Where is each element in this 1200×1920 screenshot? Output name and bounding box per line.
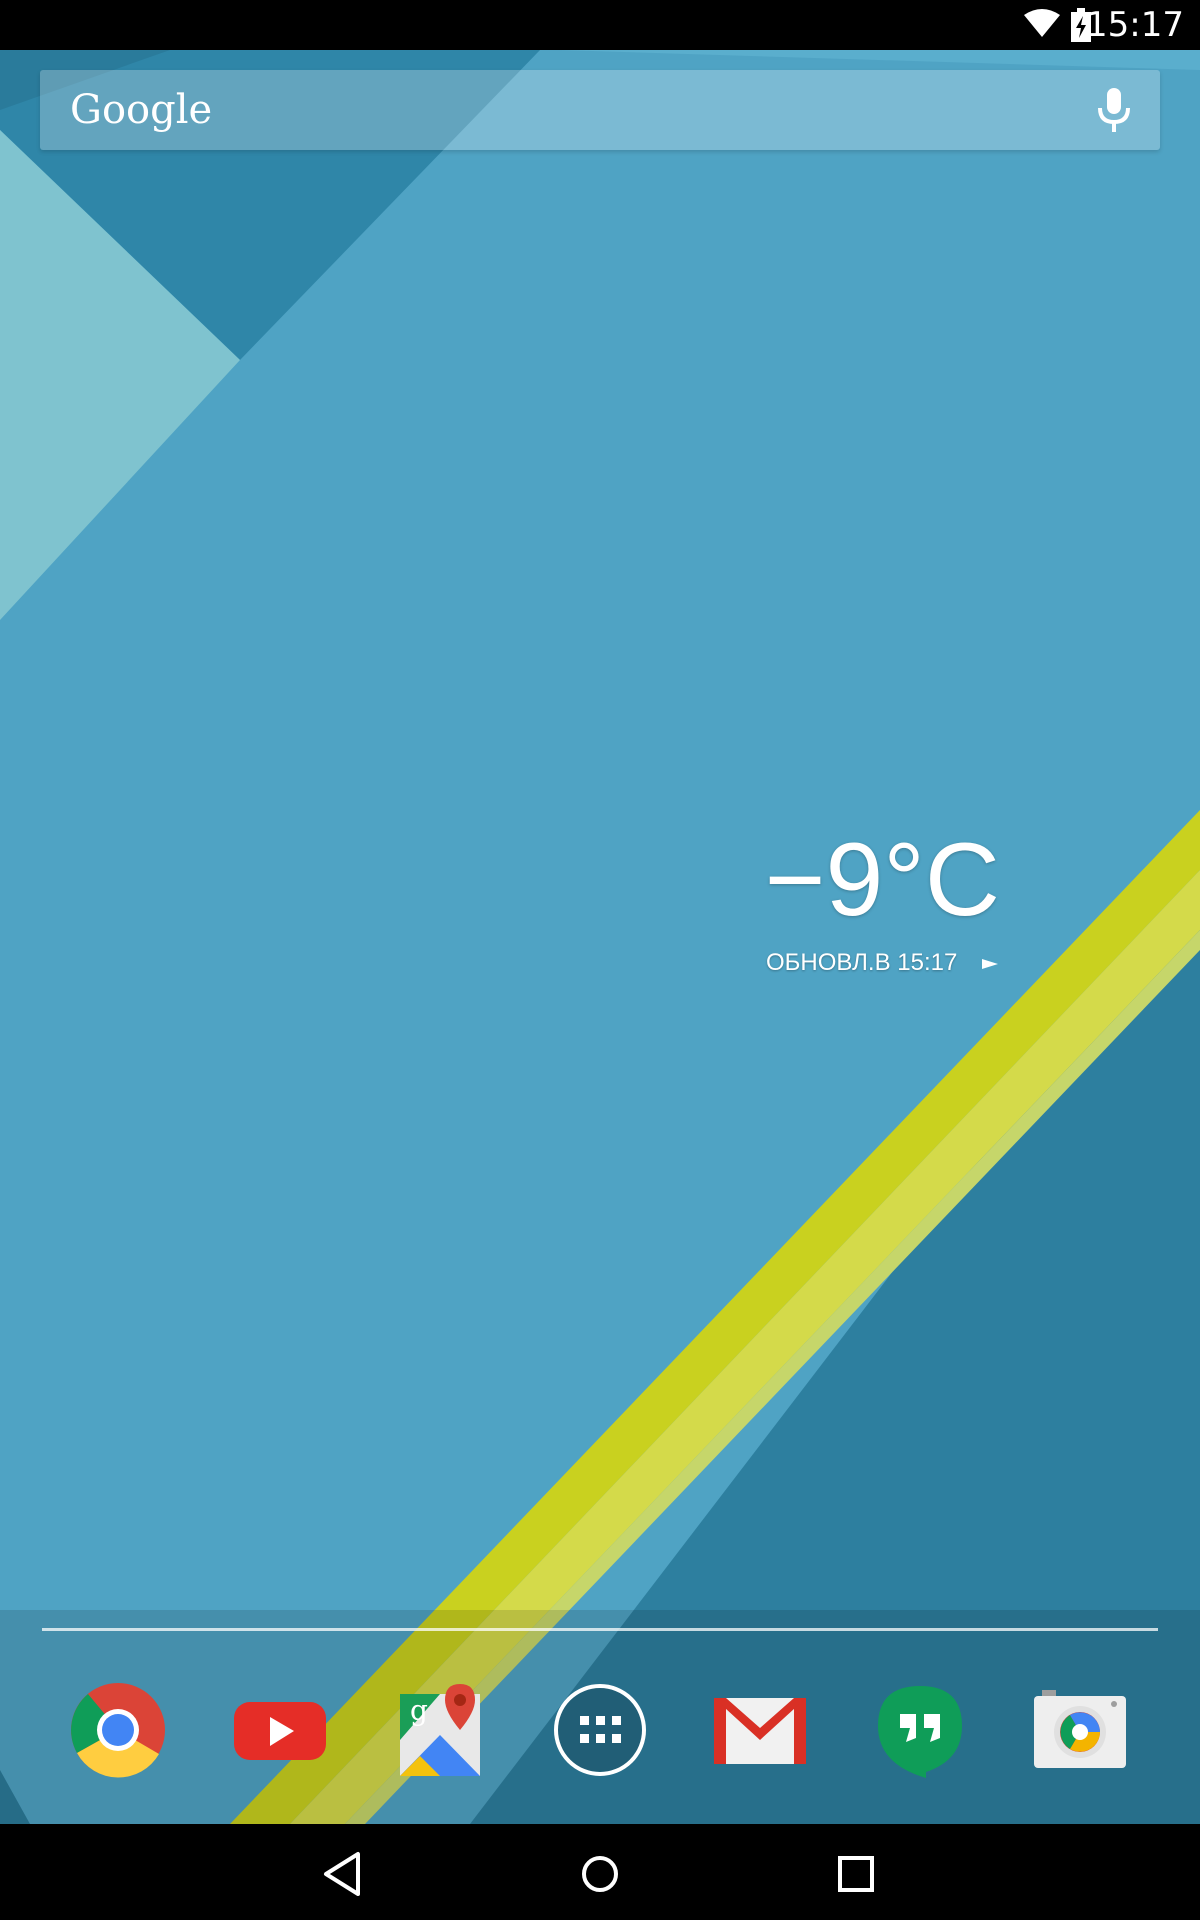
wifi-icon xyxy=(1024,9,1060,37)
chrome-icon[interactable] xyxy=(68,1680,168,1780)
wallpaper xyxy=(0,50,1200,1824)
maps-icon[interactable]: g xyxy=(390,1680,490,1780)
home-screen: Google −9°C ОБНОВЛ.В 15:17 g xyxy=(0,50,1200,1824)
svg-text:g: g xyxy=(410,1694,428,1727)
weather-update-row: ОБНОВЛ.В 15:17 xyxy=(700,948,1000,978)
hangouts-icon[interactable] xyxy=(870,1680,970,1780)
mic-icon[interactable] xyxy=(1096,88,1132,134)
weather-widget[interactable]: −9°C ОБНОВЛ.В 15:17 xyxy=(700,820,1000,978)
status-time: 15:17 xyxy=(1086,5,1184,45)
home-icon[interactable] xyxy=(568,1842,632,1906)
recents-icon[interactable] xyxy=(824,1842,888,1906)
google-logo: Google xyxy=(70,87,213,133)
status-bar: 15:17 xyxy=(0,0,1200,50)
navigation-bar xyxy=(0,1824,1200,1920)
youtube-icon[interactable] xyxy=(230,1680,330,1780)
play-arrow-icon xyxy=(982,958,998,969)
dock-divider xyxy=(42,1628,1158,1631)
weather-updated-text: ОБНОВЛ.В 15:17 xyxy=(766,949,958,976)
app-drawer-icon[interactable] xyxy=(550,1680,650,1780)
camera-icon[interactable] xyxy=(1030,1680,1130,1780)
back-icon[interactable] xyxy=(312,1842,376,1906)
gmail-icon[interactable] xyxy=(710,1680,810,1780)
google-search-bar[interactable]: Google xyxy=(40,70,1160,150)
temperature-text: −9°C xyxy=(764,822,1000,938)
